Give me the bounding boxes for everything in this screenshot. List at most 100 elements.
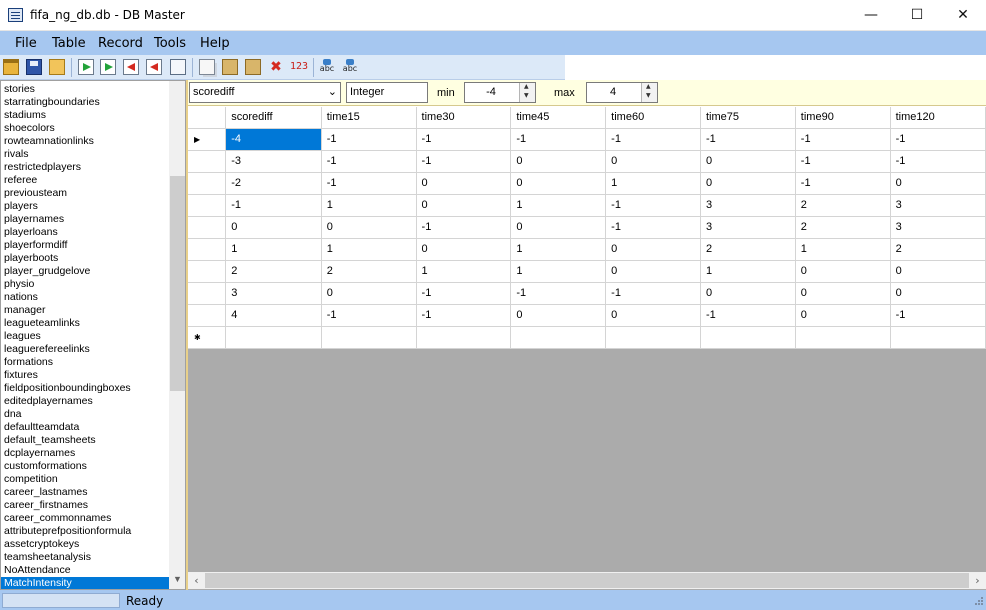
table-list[interactable]: stories starratingboundaries stadiums shoec… (0, 80, 186, 590)
table-list-item[interactable]: nations (1, 291, 169, 304)
open-icon[interactable] (3, 59, 19, 75)
row-header[interactable] (188, 260, 227, 283)
row-header[interactable]: ✱ (188, 326, 227, 349)
grid-cell[interactable]: 2 (795, 194, 891, 217)
grid-cell[interactable]: -1 (416, 216, 512, 239)
grid-cell[interactable] (605, 326, 701, 349)
table-list-item[interactable]: manager (1, 304, 169, 317)
field-type-box[interactable]: Integer (346, 82, 428, 103)
grid-cell[interactable]: 1 (321, 238, 417, 261)
row-header[interactable] (188, 150, 227, 173)
max-value[interactable]: 4 (587, 86, 639, 98)
menu-file[interactable]: File (15, 36, 37, 51)
delete-record-icon[interactable]: ✖ (268, 59, 284, 75)
table-list-item[interactable]: playerloans (1, 226, 169, 239)
scrollbar-thumb[interactable] (170, 176, 185, 391)
grid-cell[interactable]: 0 (700, 282, 796, 305)
spellcheck-alt-icon[interactable]: abc (342, 59, 358, 75)
table-row[interactable]: -2 -1 0 0 1 0 -1 0 (188, 172, 986, 195)
column-header[interactable]: time30 (416, 107, 512, 129)
column-header[interactable]: scorediff (225, 107, 322, 129)
grid-cell[interactable]: 0 (700, 150, 796, 173)
table-list-item[interactable]: career_lastnames (1, 486, 169, 499)
grid-cell[interactable]: 0 (795, 260, 891, 283)
paste-icon[interactable] (222, 59, 238, 75)
grid-cell[interactable]: 3 (225, 282, 322, 305)
grid-cell[interactable] (321, 326, 417, 349)
max-spinner[interactable]: 4 (586, 82, 658, 103)
grid-cell[interactable]: -1 (890, 128, 986, 151)
table-list-item[interactable]: editedplayernames (1, 395, 169, 408)
grid-cell[interactable]: 0 (416, 172, 512, 195)
column-header[interactable]: time75 (700, 107, 796, 129)
grid-cell[interactable]: 4 (225, 304, 322, 327)
scroll-right-icon[interactable]: › (969, 572, 986, 589)
grid-cell[interactable]: -1 (700, 128, 796, 151)
menu-record[interactable]: Record (98, 36, 143, 51)
grid-cell[interactable]: -1 (416, 150, 512, 173)
delete-table-icon[interactable] (146, 59, 162, 75)
table-list-item[interactable]: dna (1, 408, 169, 421)
grid-cell[interactable]: 1 (510, 260, 607, 283)
grid-cell[interactable]: 2 (225, 260, 322, 283)
table-list-item[interactable]: player_grudgelove (1, 265, 169, 278)
paste-special-icon[interactable] (245, 59, 261, 75)
grid-cell[interactable]: 0 (416, 194, 512, 217)
table-row[interactable]: 4 -1 -1 0 0 -1 0 -1 (188, 304, 986, 327)
max-spin-arrows-icon[interactable] (641, 83, 657, 102)
table-list-item[interactable]: attributeprefpositionformula (1, 525, 169, 538)
grid-cell[interactable] (890, 326, 986, 349)
grid-cell[interactable]: -1 (795, 150, 891, 173)
scrollbar-thumb[interactable] (205, 573, 969, 588)
table-list-item[interactable]: starratingboundaries (1, 96, 169, 109)
scroll-down-icon[interactable]: ▼ (169, 571, 185, 588)
table-list-item[interactable]: stadiums (1, 109, 169, 122)
min-spinner[interactable]: -4 (464, 82, 536, 103)
table-list-item[interactable]: fixtures (1, 369, 169, 382)
table-list-item[interactable]: NoAttendance (1, 564, 169, 577)
grid-cell[interactable]: 1 (605, 172, 701, 195)
grid-cell[interactable]: 1 (510, 238, 607, 261)
table-row[interactable]: 11010212 (188, 238, 986, 261)
table-list-item[interactable]: career_firstnames (1, 499, 169, 512)
table-list-item[interactable]: fieldpositionboundingboxes (1, 382, 169, 395)
menu-table[interactable]: Table (52, 36, 86, 51)
table-list-item[interactable]: competition (1, 473, 169, 486)
column-header[interactable]: time120 (890, 107, 986, 129)
import-icon[interactable] (78, 59, 94, 75)
grid-cell[interactable]: 1 (416, 260, 512, 283)
grid-cell[interactable]: 0 (795, 304, 891, 327)
table-list-item[interactable]: dcplayernames (1, 447, 169, 460)
menu-help[interactable]: Help (200, 36, 230, 51)
table-list-item[interactable]: playernames (1, 213, 169, 226)
min-value[interactable]: -4 (465, 86, 517, 98)
grid-cell[interactable]: 0 (321, 282, 417, 305)
grid-cell[interactable]: 2 (890, 238, 986, 261)
grid-cell[interactable]: 0 (605, 238, 701, 261)
grid-cell[interactable]: 3 (700, 194, 796, 217)
grid-cell[interactable]: 0 (700, 172, 796, 195)
grid-horizontal-scrollbar[interactable]: ‹ › (188, 572, 986, 589)
grid-cell[interactable]: 0 (225, 216, 322, 239)
grid-cell[interactable]: 0 (605, 260, 701, 283)
resize-grip-icon[interactable] (973, 595, 983, 605)
table-list-item[interactable]: teamsheetanalysis (1, 551, 169, 564)
column-header[interactable]: time15 (321, 107, 417, 129)
table-list-item[interactable]: shoecolors (1, 122, 169, 135)
table-list-item[interactable]: restrictedplayers (1, 161, 169, 174)
grid-cell[interactable]: 0 (605, 304, 701, 327)
table-list-item[interactable]: customformations (1, 460, 169, 473)
grid-cell[interactable]: -1 (321, 128, 417, 151)
tree-icon[interactable] (170, 59, 186, 75)
row-header[interactable] (188, 194, 227, 217)
grid-cell[interactable]: -4 (225, 128, 322, 151)
table-list-item[interactable]: stories (1, 83, 169, 96)
grid-cell[interactable]: 2 (321, 260, 417, 283)
grid-cell[interactable]: 0 (510, 172, 607, 195)
grid-cell[interactable]: 0 (890, 172, 986, 195)
export-red-icon[interactable] (123, 59, 139, 75)
grid-cell[interactable]: 0 (416, 238, 512, 261)
table-row[interactable]: ▶ -4 -1 -1 -1 -1 -1 -1 -1 (188, 128, 986, 151)
column-header[interactable]: time90 (795, 107, 891, 129)
grid-cell[interactable]: -2 (225, 172, 322, 195)
